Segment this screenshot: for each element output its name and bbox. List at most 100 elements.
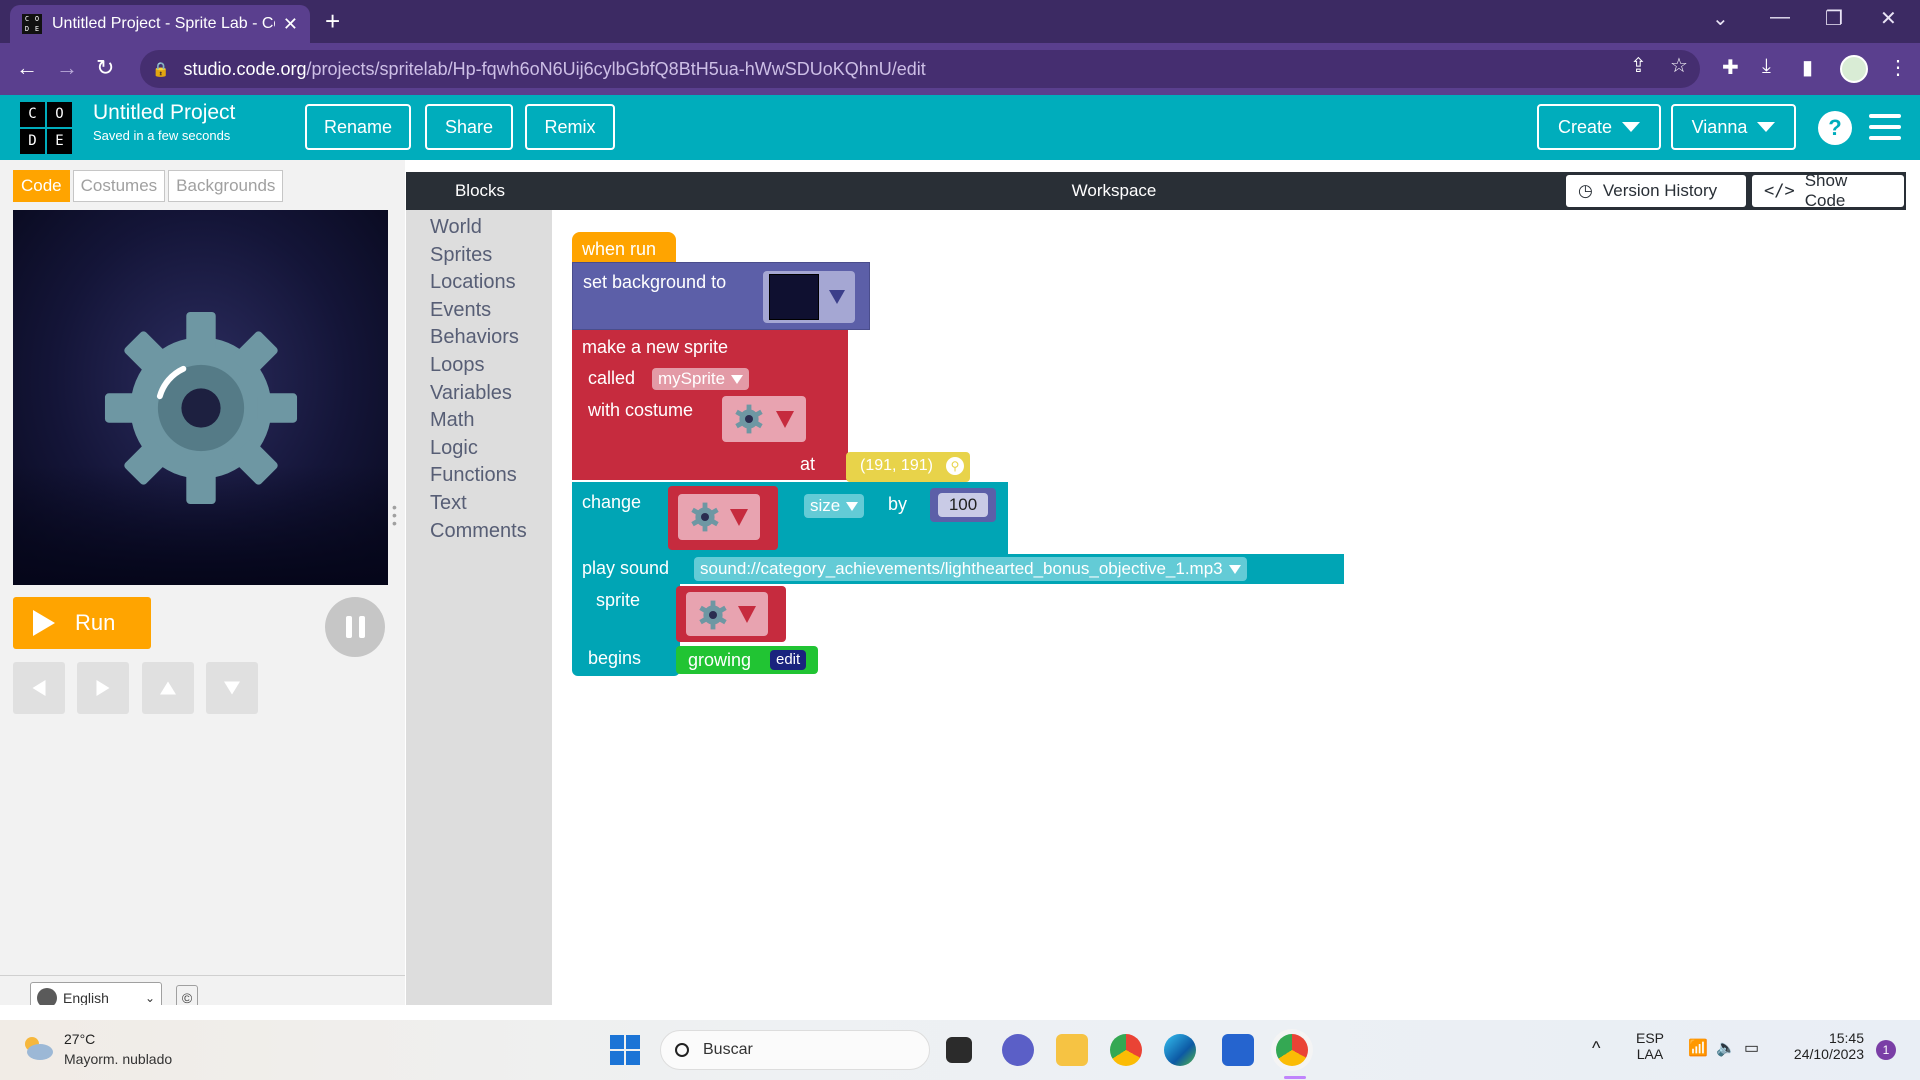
windows-start-icon[interactable] <box>610 1035 640 1065</box>
show-code-button[interactable]: </> Show Code <box>1752 171 1904 210</box>
help-button[interactable]: ? <box>1818 111 1852 145</box>
extensions-icon[interactable]: ✚ <box>1722 55 1739 80</box>
clock[interactable]: 15:45 24/10/2023 <box>1784 1030 1864 1062</box>
input-language[interactable]: ESP LAA <box>1636 1030 1664 1062</box>
category-world[interactable]: World <box>406 216 552 244</box>
tab-search-chevron-icon[interactable]: ⌄ <box>1712 6 1729 31</box>
category-sprites[interactable]: Sprites <box>406 244 552 272</box>
taskbar-search[interactable]: Buscar <box>660 1030 930 1070</box>
restore-icon[interactable]: ❐ <box>1825 6 1843 31</box>
down-arrow-button[interactable] <box>206 662 258 714</box>
bookmark-star-icon[interactable]: ☆ <box>1670 53 1688 78</box>
begin-behavior-block[interactable]: sprite begins <box>572 584 680 676</box>
gear-sprite[interactable] <box>103 310 299 506</box>
tab-costumes[interactable]: Costumes <box>72 170 166 202</box>
version-history-button[interactable]: ◷ Version History <box>1566 175 1746 207</box>
category-text[interactable]: Text <box>406 492 552 520</box>
sound-dropdown[interactable]: sound://category_achievements/lightheart… <box>694 557 1247 581</box>
workspace-scrollbar[interactable] <box>1906 210 1920 1005</box>
sprite-reference-block[interactable] <box>668 486 778 550</box>
amount-field[interactable]: 100 <box>938 493 988 517</box>
category-logic[interactable]: Logic <box>406 437 552 465</box>
remix-button[interactable]: Remix <box>525 104 615 150</box>
share-button[interactable]: Share <box>425 104 513 150</box>
microsoft-store-icon[interactable] <box>1222 1034 1254 1066</box>
codeorg-logo[interactable]: CO DE <box>20 102 72 154</box>
profile-avatar[interactable] <box>1840 55 1868 83</box>
download-icon[interactable]: ⤓ <box>1762 55 1771 78</box>
right-arrow-button[interactable] <box>77 662 129 714</box>
set-background-block[interactable]: set background to <box>572 262 870 330</box>
change-property-block[interactable]: change size by 100 <box>572 482 1008 554</box>
costume-dropdown[interactable] <box>722 396 806 442</box>
category-events[interactable]: Events <box>406 299 552 327</box>
category-comments[interactable]: Comments <box>406 520 552 548</box>
play-sound-block[interactable]: play sound sound://category_achievements… <box>572 554 1344 584</box>
weather-temperature[interactable]: 27°C <box>64 1031 95 1047</box>
side-panel-icon[interactable]: ▮ <box>1802 55 1813 80</box>
category-locations[interactable]: Locations <box>406 271 552 299</box>
sprite-name-dropdown[interactable]: mySprite <box>652 368 750 390</box>
cloudy-weather-icon[interactable] <box>20 1034 54 1062</box>
behavior-block[interactable]: growing edit <box>676 646 818 674</box>
create-dropdown[interactable]: Create <box>1537 104 1661 150</box>
forward-icon[interactable]: → <box>56 55 78 81</box>
category-loops[interactable]: Loops <box>406 354 552 382</box>
teams-chat-icon[interactable] <box>1002 1034 1034 1066</box>
location-picker-icon[interactable]: ⚲ <box>946 457 964 475</box>
rename-button[interactable]: Rename <box>305 104 411 150</box>
category-variables[interactable]: Variables <box>406 382 552 410</box>
back-icon[interactable]: ← <box>16 55 38 81</box>
minimize-icon[interactable]: — <box>1770 6 1790 29</box>
reload-icon[interactable]: ↻ <box>96 55 114 81</box>
new-tab-icon[interactable]: + <box>325 6 340 37</box>
property-value: size <box>810 496 841 515</box>
category-behaviors[interactable]: Behaviors <box>406 326 552 354</box>
tab-backgrounds[interactable]: Backgrounds <box>168 170 284 202</box>
user-dropdown[interactable]: Vianna <box>1671 104 1796 150</box>
tab-title: Untitled Project - Sprite Lab - Co <box>52 15 275 32</box>
volume-icon[interactable]: 🔈 <box>1716 1038 1736 1058</box>
up-arrow-button[interactable] <box>142 662 194 714</box>
close-window-icon[interactable]: ✕ <box>1880 6 1897 31</box>
number-block[interactable]: 100 <box>930 488 996 522</box>
chrome-icon[interactable] <box>1110 1034 1142 1066</box>
make-sprite-block[interactable]: make a new sprite called mySprite with c… <box>572 330 848 480</box>
sprite-reference-dropdown[interactable] <box>678 494 760 540</box>
edge-icon[interactable] <box>1164 1034 1196 1066</box>
tab-code[interactable]: Code <box>13 170 70 202</box>
active-app-indicator <box>1284 1076 1306 1079</box>
task-view-icon[interactable] <box>946 1037 972 1063</box>
chevron-down-icon <box>738 606 756 623</box>
left-arrow-button[interactable] <box>13 662 65 714</box>
hamburger-menu-icon[interactable] <box>1869 114 1901 147</box>
up-arrow-icon <box>160 681 176 695</box>
browser-menu-icon[interactable]: ⋮ <box>1888 55 1908 80</box>
sprite-reference-dropdown-2[interactable] <box>686 592 768 636</box>
share-page-icon[interactable]: ⇪ <box>1630 53 1647 78</box>
game-stage[interactable] <box>13 210 388 585</box>
notification-badge[interactable]: 1 <box>1876 1040 1896 1060</box>
close-tab-icon[interactable]: ✕ <box>283 14 298 35</box>
address-bar[interactable]: 🔒 studio.code.org/projects/spritelab/Hp-… <box>140 50 1700 88</box>
browser-tab[interactable]: CO DE Untitled Project - Sprite Lab - Co… <box>10 5 310 43</box>
location-block[interactable]: (191, 191) ⚲ <box>846 452 970 482</box>
run-button[interactable]: Run <box>13 597 151 649</box>
tray-overflow-chevron-icon[interactable]: ^ <box>1592 1038 1600 1059</box>
category-math[interactable]: Math <box>406 409 552 437</box>
background-dropdown[interactable] <box>763 271 855 323</box>
weather-description[interactable]: Mayorm. nublado <box>64 1051 172 1067</box>
battery-icon[interactable]: ▭ <box>1744 1038 1759 1058</box>
property-dropdown[interactable]: size <box>804 494 865 518</box>
when-run-block[interactable]: when run <box>572 232 676 266</box>
chrome-profile-icon[interactable] <box>1276 1034 1308 1066</box>
category-functions[interactable]: Functions <box>406 464 552 492</box>
file-explorer-icon[interactable] <box>1056 1034 1088 1066</box>
panel-resize-handle[interactable]: • • • <box>392 500 397 530</box>
blockly-workspace[interactable]: when run set background to make a new sp… <box>554 210 1906 1005</box>
wifi-icon[interactable]: 📶 <box>1688 1038 1708 1058</box>
project-name: Untitled Project <box>93 101 236 124</box>
sprite-reference-block-2[interactable] <box>676 586 786 642</box>
edit-behavior-button[interactable]: edit <box>770 650 807 670</box>
pause-button[interactable] <box>325 597 385 657</box>
